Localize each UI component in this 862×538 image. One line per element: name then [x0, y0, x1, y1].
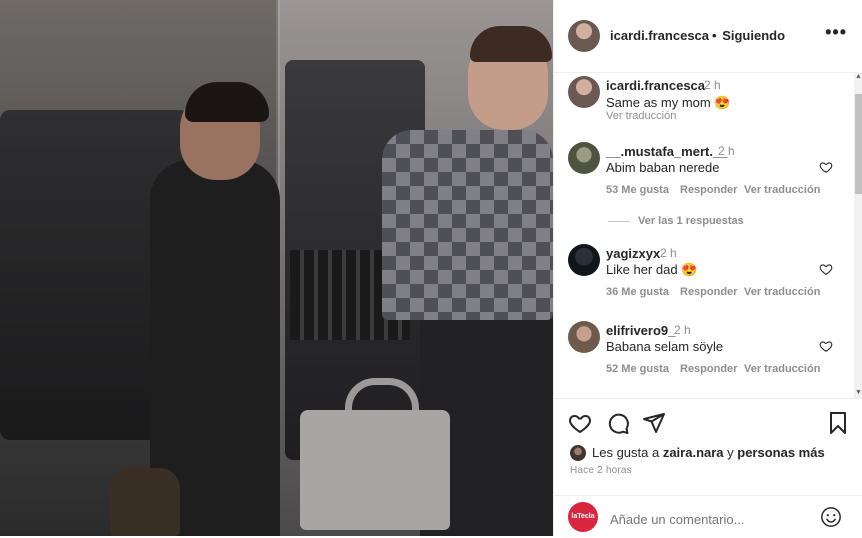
- like-comment-heart-icon[interactable]: [819, 160, 833, 174]
- photo-small-bag: [110, 468, 180, 536]
- post-actions: Les gusta a zaira.nara y personas más Ha…: [554, 398, 862, 537]
- post-header: icardi.francesca • Siguiendo •••: [554, 0, 862, 73]
- caption-avatar[interactable]: [568, 76, 600, 108]
- comment-username[interactable]: __.mustafa_mert.__: [606, 144, 727, 159]
- likes-others-link[interactable]: personas más: [737, 445, 824, 460]
- comment-like-count[interactable]: 36 Me gusta: [606, 286, 669, 298]
- comments-scrollbar[interactable]: ▲ ▼: [854, 72, 862, 398]
- add-comment-input[interactable]: [610, 512, 810, 527]
- like-comment-heart-icon[interactable]: [819, 262, 833, 276]
- share-paper-plane-icon[interactable]: [642, 411, 666, 435]
- comment-time: 2 h: [718, 144, 735, 158]
- comment-reply-button[interactable]: Responder: [680, 286, 737, 298]
- header-separator: •: [712, 28, 717, 43]
- likes-middle: y: [723, 445, 738, 460]
- comment-text: Abim baban nerede: [606, 160, 720, 175]
- comment-translate-link[interactable]: Ver traducción: [744, 363, 820, 375]
- scroll-down-arrow-icon[interactable]: ▼: [854, 388, 862, 398]
- author-username[interactable]: icardi.francesca: [610, 28, 709, 43]
- photo-checkered-jacket: [382, 130, 553, 320]
- view-replies-line: [608, 221, 630, 222]
- comment-reply-button[interactable]: Responder: [680, 363, 737, 375]
- follow-status[interactable]: • Siguiendo: [710, 28, 785, 43]
- likes-prefix: Les gusta a: [592, 445, 663, 460]
- post-time: Hace 2 horas: [570, 465, 632, 476]
- scrollbar-thumb[interactable]: [855, 94, 862, 194]
- post-photo[interactable]: [0, 0, 553, 536]
- comment-time: 2 h: [674, 323, 691, 337]
- comment-bubble-icon[interactable]: [606, 411, 630, 435]
- following-label[interactable]: Siguiendo: [722, 28, 785, 43]
- photo-handbag: [300, 410, 450, 530]
- author-avatar[interactable]: [568, 20, 600, 52]
- post-side-panel: icardi.francesca • Siguiendo ••• icardi.…: [553, 0, 862, 536]
- likes-summary: Les gusta a zaira.nara y personas más: [592, 445, 825, 460]
- like-comment-heart-icon[interactable]: [819, 339, 833, 353]
- comment-username[interactable]: elifrivero9_: [606, 323, 675, 338]
- instagram-post-window: icardi.francesca • Siguiendo ••• icardi.…: [0, 0, 862, 536]
- caption-username[interactable]: icardi.francesca: [606, 78, 705, 93]
- caption-time: 2 h: [704, 78, 721, 92]
- view-replies-button[interactable]: Ver las 1 respuestas: [638, 215, 744, 227]
- comment-time: 2 h: [660, 246, 677, 260]
- comment-translate-link[interactable]: Ver traducción: [744, 286, 820, 298]
- comment-reply-button[interactable]: Responder: [680, 184, 737, 196]
- emoji-smiley-icon[interactable]: [820, 506, 842, 528]
- more-options-icon[interactable]: •••: [825, 22, 847, 43]
- comments-list[interactable]: icardi.francesca 2 h Same as my mom 😍 Ve…: [554, 72, 854, 398]
- comment-translate-link[interactable]: Ver traducción: [744, 184, 820, 196]
- liker-avatar[interactable]: [570, 445, 586, 461]
- like-heart-icon[interactable]: [568, 411, 592, 435]
- caption-translate-link[interactable]: Ver traducción: [606, 110, 676, 122]
- comment-text: Like her dad 😍: [606, 262, 698, 277]
- comment-avatar[interactable]: [568, 321, 600, 353]
- liker-username[interactable]: zaira.nara: [663, 445, 724, 460]
- caption-text: Same as my mom 😍: [606, 95, 731, 110]
- comment-like-count[interactable]: 53 Me gusta: [606, 184, 669, 196]
- comment-avatar[interactable]: [568, 244, 600, 276]
- comment-avatar[interactable]: [568, 142, 600, 174]
- add-comment-row: laTecla: [554, 495, 862, 538]
- comment-text: Babana selam söyle: [606, 339, 724, 354]
- save-bookmark-icon[interactable]: [826, 411, 850, 435]
- comment-username[interactable]: yagizxyx: [606, 246, 660, 261]
- comment-like-count[interactable]: 52 Me gusta: [606, 363, 669, 375]
- current-user-avatar[interactable]: laTecla: [568, 502, 598, 532]
- scroll-up-arrow-icon[interactable]: ▲: [854, 72, 862, 82]
- photo-woman-hair: [470, 26, 552, 62]
- photo-girl-hair: [185, 82, 269, 122]
